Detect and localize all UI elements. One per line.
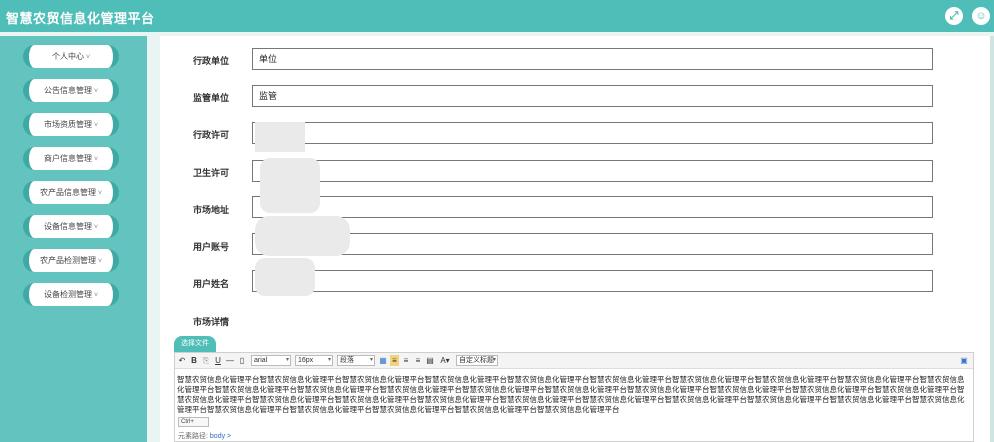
user-icon[interactable]: ☺ [972, 7, 990, 25]
user-account-input[interactable] [252, 233, 933, 255]
chevron-down-icon: ˅ [97, 190, 103, 197]
app-title: 智慧农贸信息化管理平台 [6, 11, 155, 26]
redaction-blur [255, 258, 315, 296]
sidebar-item-produce-inspection[interactable]: 农产品检测管理 ˅ [23, 249, 119, 272]
editor-content[interactable]: 智慧农贸信息化管理平台智慧农贸信息化管理平台智慧农贸信息化管理平台智慧农贸信息化… [177, 375, 971, 415]
table-icon[interactable]: ▦ [379, 355, 387, 366]
sidebar-item-label: 公告信息管理 [43, 86, 92, 95]
copy-icon[interactable]: ⎘ [202, 355, 210, 366]
market-detail-label: 市场详情 [193, 317, 230, 327]
redaction-blur [255, 122, 305, 152]
align-justify-icon[interactable]: ▤ [426, 355, 434, 366]
sidebar-item-label: 设备信息管理 [43, 222, 92, 231]
dropdown-icon: ▾ [285, 357, 289, 363]
editor-toolbar: ↶ B ⎘ U — ▯ arial ▾ 16px ▾ 段落 ▾ ▦ ≡ ≡ ≡ ▤ A… [175, 353, 973, 369]
sidebar-item-label: 商户信息管理 [43, 154, 92, 163]
chevron-down-icon: ˅ [93, 224, 99, 231]
font-family-select[interactable]: arial ▾ [251, 355, 291, 366]
supervision-unit-label: 监管单位 [193, 93, 230, 103]
user-name-label: 用户姓名 [193, 279, 230, 289]
redaction-blur [255, 216, 350, 256]
custom-title-value: 自定义标题 [459, 357, 494, 364]
status-path[interactable]: body > [210, 433, 231, 440]
health-license-input[interactable] [252, 160, 933, 182]
clipboard-tag-label: Ctrl+ [181, 419, 194, 425]
status-prefix: 元素路径: [178, 433, 208, 440]
user-account-label: 用户账号 [193, 242, 230, 252]
admin-license-label: 行政许可 [193, 130, 230, 140]
chevron-down-icon: ˅ [93, 122, 99, 129]
chevron-down-icon: ˅ [97, 258, 103, 265]
font-size-select[interactable]: 16px ▾ [295, 355, 333, 366]
dropdown-icon: ▾ [369, 357, 373, 363]
admin-unit-input[interactable]: 单位 [252, 48, 933, 70]
top-bar: 智慧农贸信息化管理平台 ⤢ ☺ [0, 0, 994, 32]
font-size-value: 16px [298, 357, 314, 364]
sidebar-item-label: 农产品检测管理 [39, 256, 96, 265]
sidebar: 个人中心 ˅ 公告信息管理 ˅ 市场资质管理 ˅ 商户信息管理 ˅ 农产品信息管理 ˅ 设… [0, 36, 147, 442]
document-icon[interactable]: ▯ [238, 355, 246, 366]
align-left-icon[interactable]: ≡ [390, 355, 399, 366]
fullscreen-icon[interactable]: ⤢ [945, 7, 963, 25]
sidebar-item-label: 农产品信息管理 [39, 188, 96, 197]
dropdown-icon: ▾ [492, 357, 496, 363]
sidebar-item-label: 个人中心 [51, 52, 84, 61]
scrollbar[interactable] [990, 36, 994, 442]
chevron-down-icon: ˅ [93, 156, 99, 163]
sidebar-item-market-qualification[interactable]: 市场资质管理 ˅ [23, 113, 119, 136]
admin-unit-label: 行政单位 [193, 56, 230, 66]
supervision-unit-input[interactable]: 监管 [252, 85, 933, 107]
sidebar-item-devices[interactable]: 设备信息管理 ˅ [23, 215, 119, 238]
market-address-input[interactable] [252, 196, 933, 218]
admin-license-input[interactable] [252, 122, 933, 144]
chevron-down-icon: ˅ [93, 88, 99, 95]
market-address-label: 市场地址 [193, 205, 230, 215]
underline-icon[interactable]: U [214, 355, 222, 366]
clipboard-tag[interactable]: Ctrl+ [178, 417, 209, 427]
sidebar-item-produce[interactable]: 农产品信息管理 ˅ [23, 181, 119, 204]
redaction-blur [260, 158, 320, 213]
user-name-input[interactable] [252, 270, 933, 292]
paragraph-value: 段落 [340, 357, 354, 364]
fullscreen-editor-icon[interactable]: ▣ [960, 355, 968, 366]
horizontal-rule-icon[interactable]: — [226, 355, 234, 366]
paragraph-select[interactable]: 段落 ▾ [337, 355, 375, 366]
upload-file-button[interactable]: 选择文件 [174, 336, 216, 352]
element-path-status: 元素路径: body > [178, 431, 231, 441]
chevron-down-icon: ˅ [93, 292, 99, 299]
chevron-down-icon: ˅ [85, 54, 91, 61]
sidebar-item-announcements[interactable]: 公告信息管理 ˅ [23, 79, 119, 102]
sidebar-item-personal-center[interactable]: 个人中心 ˅ [23, 45, 119, 68]
align-right-icon[interactable]: ≡ [414, 355, 422, 366]
font-color-icon[interactable]: A▾ [438, 355, 452, 366]
health-license-label: 卫生许可 [193, 168, 230, 178]
bold-icon[interactable]: B [190, 355, 198, 366]
sidebar-item-device-inspection[interactable]: 设备检测管理 ˅ [23, 283, 119, 306]
main-form: 行政单位 单位 监管单位 监管 行政许可 卫生许可 市场地址 用户账号 用户姓名… [160, 36, 990, 442]
align-center-icon[interactable]: ≡ [402, 355, 410, 366]
rich-text-editor: ↶ B ⎘ U — ▯ arial ▾ 16px ▾ 段落 ▾ ▦ ≡ ≡ ≡ ▤ A… [174, 352, 974, 442]
dropdown-icon: ▾ [327, 357, 331, 363]
sidebar-item-label: 市场资质管理 [43, 120, 92, 129]
custom-title-select[interactable]: 自定义标题 ▾ [456, 355, 498, 366]
sidebar-item-merchants[interactable]: 商户信息管理 ˅ [23, 147, 119, 170]
undo-icon[interactable]: ↶ [178, 355, 186, 366]
sidebar-item-label: 设备检测管理 [43, 290, 92, 299]
font-family-value: arial [254, 357, 268, 364]
